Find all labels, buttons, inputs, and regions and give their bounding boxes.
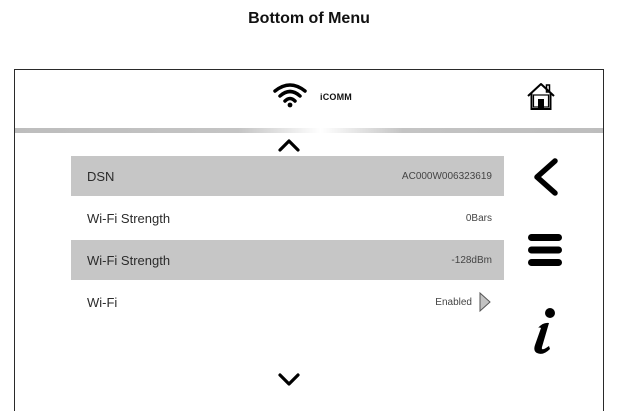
row-value: Enabled	[435, 296, 472, 308]
status-bar: iCOMM	[15, 70, 603, 128]
info-list: DSN AC000W006323619 Wi-Fi Strength 0Bars…	[71, 156, 504, 324]
row-label: Wi-Fi Strength	[87, 252, 171, 268]
list-item-wifi-strength-bars: Wi-Fi Strength 0Bars	[71, 198, 504, 238]
row-value: AC000W006323619	[401, 170, 492, 182]
scroll-up-chevron-icon[interactable]	[277, 138, 301, 152]
device-screen: iCOMM DSN AC000W006323619 Wi-Fi Strength…	[14, 69, 604, 411]
info-icon[interactable]	[525, 306, 565, 358]
list-item-dsn: DSN AC000W006323619	[71, 156, 504, 196]
row-value-group: Enabled	[435, 291, 492, 313]
brand-label: iCOMM	[320, 92, 352, 102]
scroll-down-chevron-icon[interactable]	[277, 372, 301, 386]
home-icon[interactable]	[525, 80, 557, 112]
header-divider	[15, 128, 603, 133]
menu-icon[interactable]	[525, 232, 565, 268]
row-value: 0Bars	[465, 212, 492, 224]
row-value: -128dBm	[451, 254, 492, 266]
row-label: DSN	[87, 168, 115, 184]
chevron-right-icon[interactable]	[478, 291, 492, 313]
wifi-icon	[273, 83, 307, 108]
page-caption: Bottom of Menu	[248, 10, 370, 27]
back-icon[interactable]	[525, 156, 565, 198]
row-label: Wi-Fi	[87, 294, 118, 310]
list-item-wifi-strength-dbm: Wi-Fi Strength -128dBm	[71, 240, 504, 280]
list-item-wifi[interactable]: Wi-Fi Enabled	[71, 282, 504, 322]
row-label: Wi-Fi Strength	[87, 210, 171, 226]
